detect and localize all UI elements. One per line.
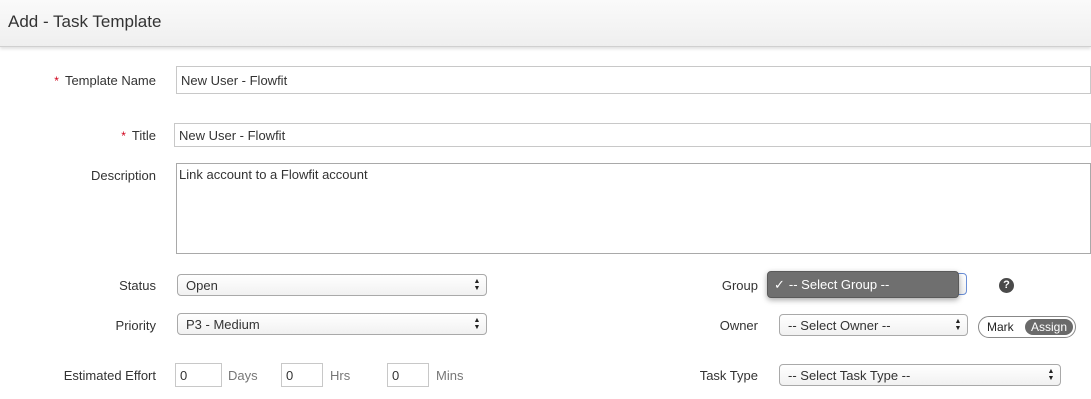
task-type-value: -- Select Task Type -- [788, 368, 911, 383]
hrs-unit: Hrs [330, 368, 351, 383]
group-label: Group [721, 278, 758, 293]
select-arrows-icon: ▲▼ [473, 317, 481, 331]
status-value: Open [186, 278, 218, 293]
assign-option[interactable]: Assign [1024, 319, 1073, 335]
select-arrows-icon: ▲▼ [473, 278, 481, 292]
mins-unit: Mins [436, 368, 464, 383]
description-label: Description [90, 168, 156, 183]
template-name-input[interactable] [176, 66, 1091, 94]
title-input[interactable] [174, 123, 1091, 147]
mark-assign-toggle[interactable]: Mark Assign [978, 316, 1076, 338]
group-option-select-group[interactable]: -- Select Group -- [789, 277, 889, 292]
mark-option[interactable]: Mark [987, 320, 1014, 334]
days-unit: Days [228, 368, 258, 383]
group-dropdown-menu[interactable]: ✓ -- Select Group -- [767, 271, 959, 298]
status-select[interactable]: Open ▲ ▼ [177, 274, 487, 296]
task-type-label: Task Type [699, 368, 758, 383]
status-label: Status [119, 278, 156, 293]
template-name-label: * Template Name [54, 73, 156, 88]
select-arrows-icon: ▲▼ [1047, 368, 1055, 382]
estimated-effort-label: Estimated Effort [63, 368, 156, 383]
description-textarea[interactable]: Link account to a Flowfit account [176, 163, 1091, 254]
title-label: * Title [121, 128, 156, 143]
effort-days-input[interactable] [175, 363, 222, 387]
select-arrows-icon: ▲▼ [954, 318, 962, 332]
owner-select[interactable]: -- Select Owner -- ▲ ▼ [779, 314, 968, 336]
owner-label: Owner [719, 318, 758, 333]
priority-select[interactable]: P3 - Medium ▲ ▼ [177, 313, 487, 335]
task-type-select[interactable]: -- Select Task Type -- ▲ ▼ [779, 364, 1061, 386]
page-title: Add - Task Template [8, 12, 162, 31]
priority-value: P3 - Medium [186, 317, 260, 332]
page-header: Add - Task Template [0, 0, 1091, 47]
required-mark: * [54, 74, 59, 88]
effort-mins-input[interactable] [387, 363, 429, 387]
help-icon[interactable]: ? [999, 278, 1014, 293]
priority-label: Priority [115, 318, 156, 333]
effort-hrs-input[interactable] [281, 363, 323, 387]
owner-value: -- Select Owner -- [788, 318, 891, 333]
check-icon: ✓ [774, 277, 785, 292]
required-mark: * [121, 129, 126, 143]
